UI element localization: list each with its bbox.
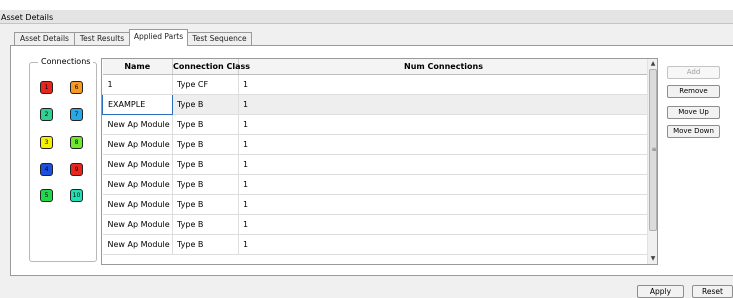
tab-test-sequence[interactable]: Test Sequence (187, 32, 252, 45)
cell-name[interactable]: 1 (102, 74, 173, 95)
cell-connection-class[interactable]: Type B (172, 94, 239, 115)
connections-group: Connections 1 6 2 7 3 8 4 9 5 10 (29, 57, 97, 262)
connection-button-8[interactable]: 8 (70, 136, 83, 149)
cell-num-connections[interactable]: 1 (238, 154, 649, 175)
connection-button-4[interactable]: 4 (40, 163, 53, 176)
cell-connection-class[interactable]: Type B (172, 154, 239, 175)
applied-parts-table: Name Connection Class Num Connections 1 … (101, 58, 658, 265)
table-row[interactable]: 1 Type CF 1 (102, 74, 649, 95)
apply-button[interactable]: Apply (637, 285, 684, 298)
cell-num-connections[interactable]: 1 (238, 194, 649, 215)
table-row[interactable]: New Ap Module Type B 1 (102, 194, 649, 215)
cell-num-connections[interactable]: 1 (238, 234, 649, 255)
cell-connection-class[interactable]: Type B (172, 134, 239, 155)
arrow-down-icon[interactable]: ▼ (648, 254, 657, 264)
scrollbar-thumb[interactable]: ≡ (649, 69, 657, 231)
arrow-up-icon[interactable]: ▲ (648, 59, 657, 69)
column-header-connection-class[interactable]: Connection Class (172, 59, 250, 75)
cell-connection-class[interactable]: Type CF (172, 74, 239, 95)
column-header-num-connections[interactable]: Num Connections (238, 59, 649, 75)
table-row[interactable]: New Ap Module Type B 1 (102, 114, 649, 135)
cell-num-connections[interactable]: 1 (238, 174, 649, 195)
table-row[interactable]: New Ap Module Type B 1 (102, 234, 649, 255)
cell-num-connections[interactable]: 1 (238, 94, 649, 115)
cell-num-connections[interactable]: 1 (238, 134, 649, 155)
connections-legend: Connections (38, 57, 94, 66)
column-header-name[interactable]: Name (102, 59, 173, 75)
connection-button-9[interactable]: 9 (70, 163, 83, 176)
cell-num-connections[interactable]: 1 (238, 214, 649, 235)
cell-name[interactable]: New Ap Module (102, 114, 173, 135)
cell-num-connections[interactable]: 1 (238, 114, 649, 135)
table-row[interactable]: New Ap Module Type B 1 (102, 174, 649, 195)
table-row[interactable]: New Ap Module Type B 1 (102, 154, 649, 175)
table-row[interactable]: New Ap Module Type B 1 (102, 214, 649, 235)
tab-asset-details[interactable]: Asset Details (14, 32, 75, 45)
connection-button-5[interactable]: 5 (40, 189, 53, 202)
cell-connection-class[interactable]: Type B (172, 114, 239, 135)
cell-connection-class[interactable]: Type B (172, 214, 239, 235)
cell-connection-class[interactable]: Type B (172, 234, 239, 255)
remove-button[interactable]: Remove (667, 85, 720, 98)
connection-button-7[interactable]: 7 (70, 108, 83, 121)
cell-name[interactable]: New Ap Module (102, 134, 173, 155)
move-up-button[interactable]: Move Up (667, 106, 720, 119)
table-vertical-scrollbar[interactable]: ▲ ≡ ▼ (647, 59, 657, 264)
window-top-strip (0, 0, 733, 10)
cell-name[interactable]: New Ap Module (102, 154, 173, 175)
window-title: Asset Details (0, 10, 733, 24)
table-row[interactable]: New Ap Module Type B 1 (102, 134, 649, 155)
grip-icon: ≡ (651, 146, 657, 153)
reset-button[interactable]: Reset (692, 285, 733, 298)
cell-num-connections[interactable]: 1 (238, 74, 649, 95)
move-down-button[interactable]: Move Down (667, 125, 720, 138)
cell-connection-class[interactable]: Type B (172, 194, 239, 215)
cell-name[interactable]: New Ap Module (102, 234, 173, 255)
connection-button-6[interactable]: 6 (70, 81, 83, 94)
tab-test-results[interactable]: Test Results (74, 32, 130, 45)
connection-button-10[interactable]: 10 (70, 189, 83, 202)
add-button[interactable]: Add (667, 66, 720, 79)
table-row-selected[interactable]: EXAMPLE Type B 1 (102, 93, 649, 115)
connection-button-2[interactable]: 2 (40, 108, 53, 121)
cell-connection-class[interactable]: Type B (172, 174, 239, 195)
cell-name-editor[interactable]: EXAMPLE (102, 93, 173, 115)
cell-name[interactable]: New Ap Module (102, 194, 173, 215)
connection-button-3[interactable]: 3 (40, 136, 53, 149)
cell-name[interactable]: New Ap Module (102, 214, 173, 235)
connection-button-1[interactable]: 1 (40, 81, 53, 94)
cell-name[interactable]: New Ap Module (102, 174, 173, 195)
tab-applied-parts[interactable]: Applied Parts (129, 29, 188, 46)
